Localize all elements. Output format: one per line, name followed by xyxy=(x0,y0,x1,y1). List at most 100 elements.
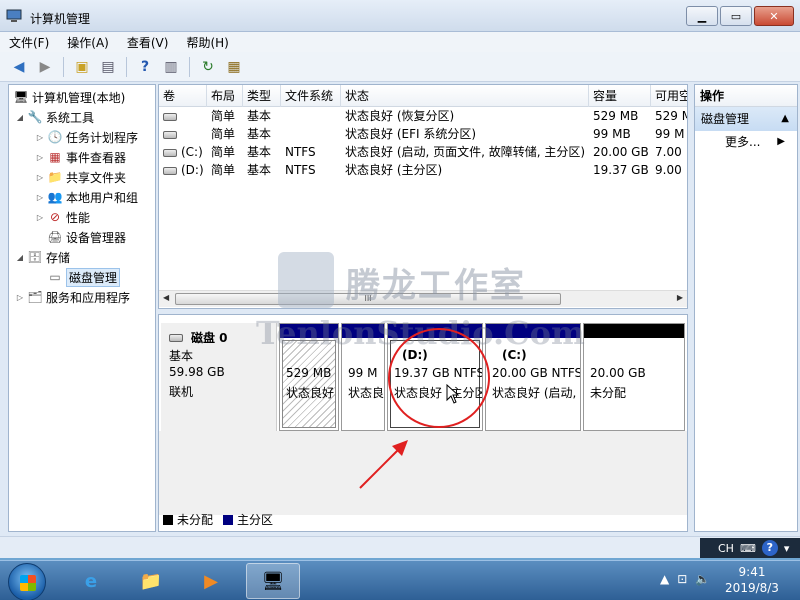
language-indicator[interactable]: CH xyxy=(718,542,734,555)
maximize-button[interactable]: ▭ xyxy=(720,6,752,26)
collapsed-icon[interactable]: ▷ xyxy=(15,293,25,302)
menu-bar: 文件(F) 操作(A) 查看(V) 帮助(H) xyxy=(0,32,800,52)
export-list-button[interactable]: ▦ xyxy=(223,56,245,78)
up-level-button[interactable]: ▣ xyxy=(71,56,93,78)
tree-item-performance[interactable]: ▷ ⊘ 性能 xyxy=(35,207,90,227)
cell-capacity: 529 MB xyxy=(593,109,639,123)
taskbar-computer-management[interactable]: 🖥 xyxy=(246,563,300,599)
collapsed-icon[interactable]: ▷ xyxy=(35,173,45,182)
tree-item-shared-folders[interactable]: ▷ 📁 共享文件夹 xyxy=(35,167,126,187)
horizontal-scrollbar[interactable]: ◀ III ▶ xyxy=(159,290,687,307)
toolbar-separator xyxy=(63,56,64,77)
start-button[interactable] xyxy=(8,563,46,600)
show-hidden-icons-icon[interactable]: ▲ xyxy=(660,572,669,586)
tree-item-device-manager[interactable]: 🖨 设备管理器 xyxy=(45,227,126,247)
taskbar-media-player[interactable]: ▶ xyxy=(184,563,238,599)
collapsed-icon[interactable]: ▷ xyxy=(35,193,45,202)
cell-capacity: 19.37 GB xyxy=(593,163,649,177)
clock-time: 9:41 xyxy=(738,565,766,579)
collapsed-icon[interactable]: ▷ xyxy=(35,213,45,222)
keyboard-icon[interactable]: ⌨ xyxy=(740,542,756,555)
close-button[interactable]: ✕ xyxy=(754,6,794,26)
table-row[interactable]: (D:) 简单 基本 NTFS 状态良好 (主分区) 19.37 GB 9.00 xyxy=(159,161,687,179)
clock-icon: 🕓 xyxy=(47,130,63,144)
disk-0-label[interactable]: 磁盘 0 基本 59.98 GB 联机 xyxy=(161,323,277,431)
col-header-layout[interactable]: 布局 xyxy=(207,85,243,107)
properties-icon: ▦ xyxy=(227,58,241,75)
action-pane-button[interactable]: ▥ xyxy=(160,56,182,78)
primary-partition-bar xyxy=(388,324,482,338)
tree-item-root[interactable]: 🖥 计算机管理(本地) xyxy=(11,87,125,107)
disk-management-icon: ▭ xyxy=(49,270,61,284)
back-arrow-icon: ◀ xyxy=(13,58,25,75)
network-icon[interactable]: ⊡ xyxy=(677,572,687,586)
taskbar-ie[interactable]: e xyxy=(64,563,118,599)
volume-icon[interactable]: 🔈 xyxy=(695,572,710,586)
tree-item-local-users[interactable]: ▷ 👥 本地用户和组 xyxy=(35,187,138,207)
partition-c[interactable]: (C:) 20.00 GB NTFS 状态良好 (启动, xyxy=(485,323,581,431)
cell-capacity: 99 MB xyxy=(593,127,631,141)
col-header-free[interactable]: 可用空 xyxy=(651,85,687,107)
tree-item-disk-management[interactable]: ▭ 磁盘管理 xyxy=(45,267,121,287)
tree-item-event-viewer[interactable]: ▷ ▦ 事件查看器 xyxy=(35,147,126,167)
menu-file[interactable]: 文件(F) xyxy=(0,32,58,52)
collapse-up-icon[interactable]: ▲ xyxy=(781,107,789,131)
disk-graphical-view: 磁盘 0 基本 59.98 GB 联机 529 MB 状态良好 99 M 状态良… xyxy=(158,314,688,532)
tree-item-label: 计算机管理(本地) xyxy=(32,90,126,105)
tree-item-system-tools[interactable]: ◢ 🔧 系统工具 xyxy=(15,107,94,127)
partition-status: 未分配 xyxy=(590,386,627,400)
cell-free: 529 M xyxy=(655,109,687,123)
partition-efi[interactable]: 99 M 状态良 xyxy=(341,323,385,431)
console-tree-icon: ▤ xyxy=(101,58,115,75)
expanded-icon[interactable]: ◢ xyxy=(15,253,25,262)
refresh-button[interactable]: ↻ xyxy=(197,56,219,78)
menu-help[interactable]: 帮助(H) xyxy=(177,32,237,52)
forward-arrow-icon: ▶ xyxy=(39,58,51,75)
actions-section-disk-management[interactable]: 磁盘管理 ▲ xyxy=(695,107,797,131)
cell-status: 状态良好 (EFI 系统分区) xyxy=(345,127,477,141)
col-header-status[interactable]: 状态 xyxy=(341,85,589,107)
partition-d[interactable]: (D:) 19.37 GB NTFS 状态良好 (主分区 xyxy=(387,323,483,431)
legend-swatch-primary xyxy=(223,514,234,525)
scroll-right-icon[interactable]: ▶ xyxy=(677,293,683,302)
cell-layout: 简单 xyxy=(211,163,236,177)
scroll-left-icon[interactable]: ◀ xyxy=(163,293,169,302)
refresh-icon: ↻ xyxy=(202,58,214,75)
col-header-filesystem[interactable]: 文件系统 xyxy=(281,85,341,107)
toolbar-separator xyxy=(126,56,127,77)
help-icon[interactable]: ? xyxy=(761,540,778,556)
cell-type: 基本 xyxy=(247,127,272,141)
collapsed-icon[interactable]: ▷ xyxy=(35,153,45,162)
partition-status: 状态良 xyxy=(348,386,385,400)
forward-button[interactable]: ▶ xyxy=(34,56,56,78)
col-header-type[interactable]: 类型 xyxy=(243,85,281,107)
menu-action[interactable]: 操作(A) xyxy=(58,32,118,52)
tree-item-task-scheduler[interactable]: ▷ 🕓 任务计划程序 xyxy=(35,127,138,147)
tree-item-services-apps[interactable]: ▷ 🗂 服务和应用程序 xyxy=(15,287,130,307)
collapsed-icon[interactable]: ▷ xyxy=(35,133,45,142)
shared-folder-icon: 📁 xyxy=(47,170,63,184)
col-header-capacity[interactable]: 容量 xyxy=(589,85,651,107)
langbar-options-icon[interactable]: ▾ xyxy=(784,542,790,555)
cell-volume xyxy=(159,125,207,143)
language-bar[interactable]: CH ⌨ ? ▾ xyxy=(700,538,800,558)
taskbar-explorer[interactable]: 📁 xyxy=(124,563,178,599)
table-row[interactable]: 简单 基本 状态良好 (EFI 系统分区) 99 MB 99 M xyxy=(159,125,687,143)
scrollbar-thumb[interactable]: III xyxy=(175,293,561,305)
partition-recovery[interactable]: 529 MB 状态良好 xyxy=(279,323,339,431)
menu-view[interactable]: 查看(V) xyxy=(118,32,178,52)
table-row[interactable]: (C:) 简单 基本 NTFS 状态良好 (启动, 页面文件, 故障转储, 主分… xyxy=(159,143,687,161)
expanded-icon[interactable]: ◢ xyxy=(15,113,25,122)
actions-more[interactable]: 更多... ▶ xyxy=(695,131,797,153)
table-row[interactable]: 简单 基本 状态良好 (恢复分区) 529 MB 529 M xyxy=(159,107,687,125)
minimize-button[interactable]: ▁ xyxy=(686,6,718,26)
help-button[interactable]: ? xyxy=(134,56,156,78)
clock[interactable]: 9:41 2019/8/3 xyxy=(712,564,792,596)
col-header-volume[interactable]: 卷 xyxy=(159,85,207,107)
partition-unallocated[interactable]: 20.00 GB 未分配 xyxy=(583,323,685,431)
cell-volume: (C:) xyxy=(159,143,207,161)
show-hide-tree-button[interactable]: ▤ xyxy=(97,56,119,78)
title-bar[interactable]: 计算机管理 ▁ ▭ ✕ xyxy=(0,0,800,32)
tree-item-storage[interactable]: ◢ 🗄 存储 xyxy=(15,247,70,267)
back-button[interactable]: ◀ xyxy=(8,56,30,78)
